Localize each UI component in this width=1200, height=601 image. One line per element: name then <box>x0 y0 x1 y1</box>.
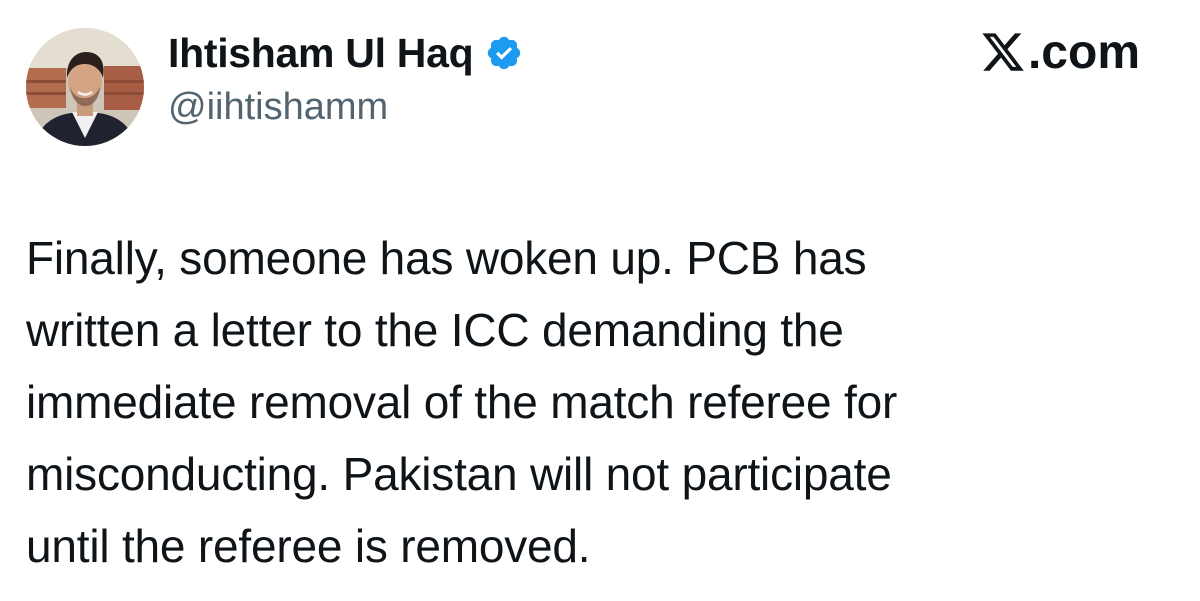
site-brand: .com <box>980 22 1140 82</box>
x-logo-icon <box>980 29 1026 75</box>
tweet-text: Finally, someone has woken up. PCB has w… <box>26 232 898 572</box>
avatar[interactable] <box>26 28 144 146</box>
author-display-name[interactable]: Ihtisham Ul Haq <box>168 30 474 77</box>
author-handle[interactable]: @iihtishamm <box>168 86 388 129</box>
verified-badge-icon <box>485 34 523 72</box>
tweet-card: Ihtisham Ul Haq @iihtishamm .com Finally… <box>0 0 1200 601</box>
profile-photo-icon <box>26 28 144 146</box>
site-domain-suffix: .com <box>1027 25 1140 79</box>
author-name-row: Ihtisham Ul Haq <box>168 28 523 78</box>
